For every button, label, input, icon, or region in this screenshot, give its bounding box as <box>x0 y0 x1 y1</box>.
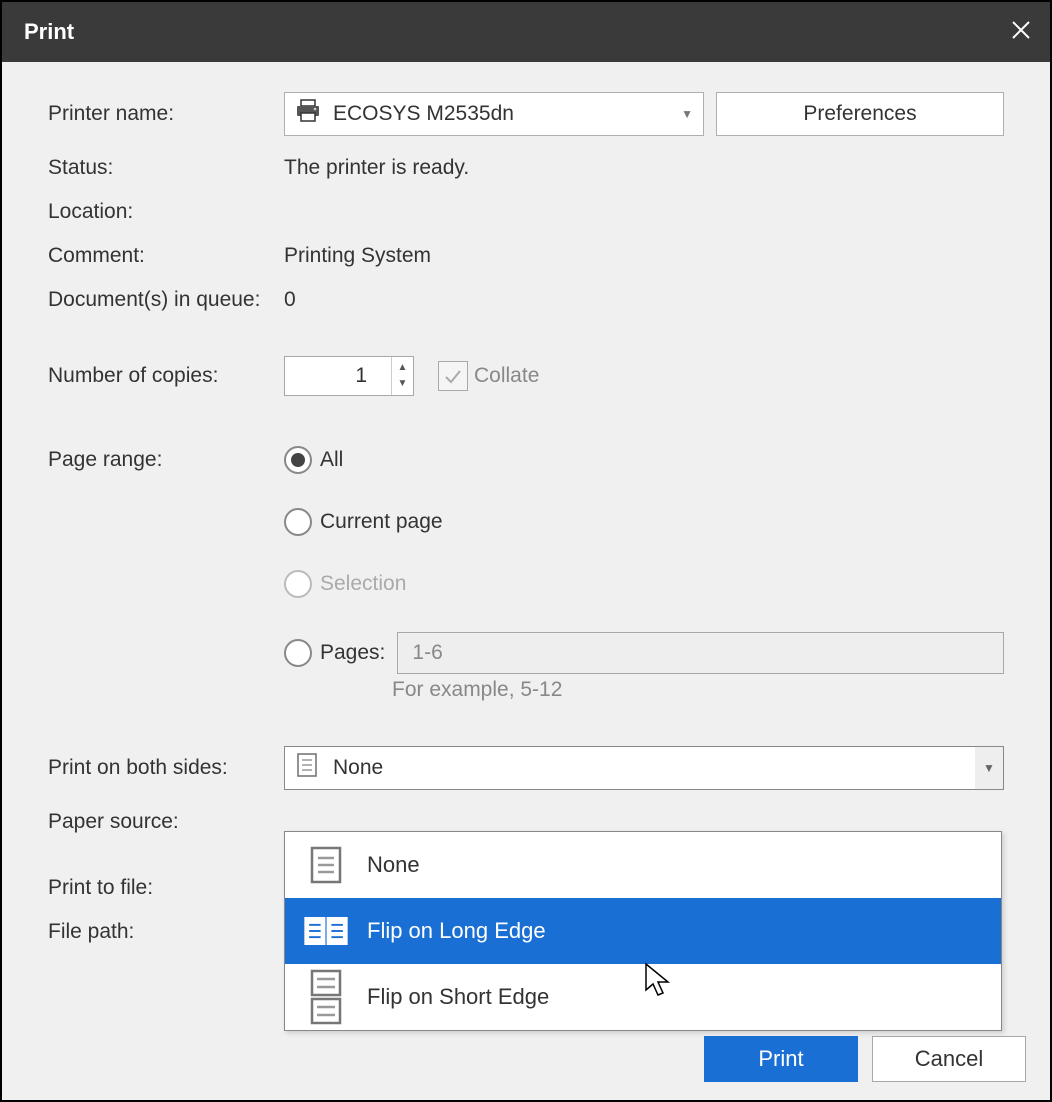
status-label: Status: <box>48 156 284 180</box>
radio-current-row[interactable]: Current page <box>284 508 1004 536</box>
print-button[interactable]: Print <box>704 1036 858 1082</box>
dialog-body: Printer name: ECOSYS M2535dn ▼ <box>2 62 1050 1100</box>
chevron-down-icon[interactable]: ▼ <box>975 747 1003 789</box>
pages-hint: For example, 5-12 <box>392 678 1004 702</box>
duplex-option-short[interactable]: Flip on Short Edge <box>285 964 1001 1030</box>
radio-pages[interactable] <box>284 639 312 667</box>
page-long-edge-icon <box>303 910 349 952</box>
radio-selection <box>284 570 312 598</box>
duplex-dropdown[interactable]: None Flip on Long Edge <box>284 831 1002 1031</box>
footer-buttons: Print Cancel <box>704 1036 1026 1082</box>
printer-name-value: ECOSYS M2535dn <box>333 102 514 126</box>
both-sides-label: Print on both sides: <box>48 756 284 780</box>
copies-stepper[interactable]: 1 ▲ ▼ <box>284 356 414 396</box>
preferences-button[interactable]: Preferences <box>716 92 1004 136</box>
chevron-down-icon: ▼ <box>681 107 693 121</box>
duplex-option-none[interactable]: None <box>285 832 1001 898</box>
location-label: Location: <box>48 200 284 224</box>
printer-name-label: Printer name: <box>48 102 284 126</box>
dialog-title: Print <box>24 19 74 45</box>
duplex-option-long[interactable]: Flip on Long Edge <box>285 898 1001 964</box>
cancel-button[interactable]: Cancel <box>872 1036 1026 1082</box>
duplex-select[interactable]: None ▼ <box>284 746 1004 790</box>
printer-icon <box>295 99 321 129</box>
radio-current[interactable] <box>284 508 312 536</box>
duplex-option-short-label: Flip on Short Edge <box>367 984 549 1010</box>
checkbox-icon <box>438 361 468 391</box>
radio-current-label: Current page <box>320 510 443 534</box>
radio-pages-row[interactable]: Pages: 1-6 <box>284 632 1004 674</box>
queue-value: 0 <box>284 288 296 312</box>
pages-input[interactable]: 1-6 <box>397 632 1004 674</box>
print-to-file-label: Print to file: <box>48 876 284 900</box>
radio-selection-label: Selection <box>320 572 406 596</box>
file-path-label: File path: <box>48 920 284 944</box>
status-value: The printer is ready. <box>284 156 469 180</box>
radio-selection-row: Selection <box>284 570 1004 598</box>
pages-placeholder: 1-6 <box>412 641 442 665</box>
stepper-buttons[interactable]: ▲ ▼ <box>391 357 413 395</box>
stepper-up-icon[interactable]: ▲ <box>398 360 408 376</box>
comment-value: Printing System <box>284 244 431 268</box>
queue-label: Document(s) in queue: <box>48 288 284 312</box>
duplex-selected-value: None <box>333 756 383 780</box>
radio-all-label: All <box>320 448 343 472</box>
collate-label: Collate <box>474 364 539 388</box>
radio-all[interactable] <box>284 446 312 474</box>
page-short-edge-icon <box>303 969 349 1025</box>
copies-value: 1 <box>285 364 391 388</box>
radio-pages-label: Pages: <box>320 641 385 665</box>
printer-name-select[interactable]: ECOSYS M2535dn ▼ <box>284 92 704 136</box>
page-range-label: Page range: <box>48 446 284 472</box>
title-bar: Print <box>2 2 1050 62</box>
page-icon <box>295 752 319 784</box>
close-icon[interactable] <box>1010 18 1032 46</box>
duplex-option-none-label: None <box>367 852 420 878</box>
paper-source-label: Paper source: <box>48 810 284 834</box>
radio-all-row[interactable]: All <box>284 446 1004 474</box>
duplex-option-long-label: Flip on Long Edge <box>367 918 546 944</box>
stepper-down-icon[interactable]: ▼ <box>398 376 408 392</box>
page-single-icon <box>303 844 349 886</box>
print-dialog: Print Printer name: ECOSY <box>0 0 1052 1102</box>
collate-checkbox: Collate <box>438 361 539 391</box>
copies-label: Number of copies: <box>48 364 284 388</box>
comment-label: Comment: <box>48 244 284 268</box>
